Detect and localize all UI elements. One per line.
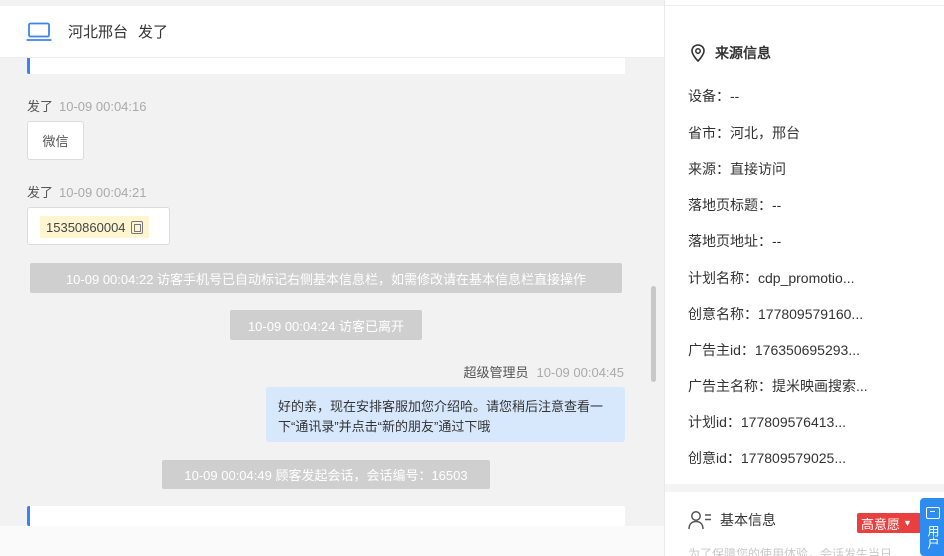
- info-field-landing-title: 落地页标题：--: [688, 197, 782, 213]
- visitor-info-panel: 来源信息 设备：-- 省市：河北，邢台 来源：直接访问 落地页标题：-- 落地页…: [664, 0, 944, 556]
- section-title: 基本信息: [720, 512, 776, 528]
- sender-name: 发了: [27, 99, 54, 114]
- basic-info-header: 基本信息: [688, 510, 776, 530]
- agent-message-bubble: 好的亲，现在安排客服加您介绍哈。请您稍后注意查看一下“通讯录”并点击“新的朋友”…: [266, 387, 625, 442]
- chat-input-area[interactable]: [0, 526, 664, 556]
- phone-number: 15350860004: [46, 219, 126, 235]
- next-message-card: [27, 506, 625, 526]
- laptop-icon: [26, 22, 52, 41]
- intent-level-dropdown[interactable]: 高意愿 ▼: [857, 513, 923, 533]
- section-title: 来源信息: [715, 45, 771, 61]
- message-meta: 超级管理员 10-09 00:04:45: [464, 362, 624, 381]
- message-text: 好的亲，现在安排客服加您介绍哈。请您稍后注意查看一下“通讯录”并点击“新的朋友”…: [278, 399, 604, 434]
- message-icon: [925, 507, 940, 519]
- info-field-device: 设备：--: [688, 88, 740, 104]
- message-text: 微信: [42, 134, 69, 149]
- info-field-source: 来源：直接访问: [688, 161, 786, 177]
- source-info-header: 来源信息: [691, 43, 771, 63]
- info-field-advertiser-id: 广告主id：176350695293...: [688, 342, 860, 358]
- info-field-plan-id: 计划id：177809576413...: [688, 414, 846, 430]
- system-notice: 10-09 00:04:49 顾客发起会话，会话编号：16503: [162, 460, 490, 489]
- location-pin-icon: [691, 44, 705, 62]
- message-time: 10-09 00:04:21: [59, 185, 147, 200]
- intent-level-label: 高意愿: [861, 516, 901, 532]
- info-field-plan-name: 计划名称：cdp_promotio...: [688, 270, 855, 286]
- info-field-landing-url: 落地页地址：--: [688, 233, 782, 249]
- float-button-label: 用户: [926, 525, 940, 549]
- info-field-region: 省市：河北，邢台: [688, 125, 800, 141]
- agent-name: 超级管理员: [463, 365, 529, 380]
- visitor-location: 河北邢台: [68, 24, 129, 41]
- system-notice: 10-09 00:04:24 访客已离开: [230, 310, 422, 340]
- user-list-icon: [688, 511, 711, 530]
- message-meta: 发了 10-09 00:04:16: [27, 96, 146, 115]
- visitor-name: 发了: [138, 24, 169, 41]
- info-field-advertiser-name: 广告主名称：提米映画搜索...: [688, 378, 868, 394]
- message-time: 10-09 00:04:16: [59, 99, 147, 114]
- system-notice: 10-09 00:04:22 访客手机号已自动标记右侧基本信息栏，如需修改请在基…: [30, 263, 622, 293]
- message-time: 10-09 00:04:45: [536, 365, 624, 380]
- usage-hint: 为了保障您的使用体验，会话发生当日: [688, 547, 893, 556]
- chat-panel: 河北邢台 发了 发了 10-09 00:04:16 微信 发了 10-09 00:0…: [0, 0, 664, 556]
- sender-name: 发了: [27, 185, 54, 200]
- phone-number-chip[interactable]: 15350860004: [40, 216, 149, 238]
- chat-workspace: 河北邢台 发了 发了 10-09 00:04:16 微信 发了 10-09 00:0…: [0, 0, 944, 556]
- chat-scrollbar[interactable]: [651, 286, 656, 382]
- user-float-button[interactable]: 用户: [920, 498, 944, 556]
- visitor-message-bubble: 微信: [27, 121, 84, 160]
- copy-icon[interactable]: [130, 220, 143, 234]
- caret-down-icon: ▼: [903, 518, 912, 528]
- message-meta: 发了 10-09 00:04:21: [27, 182, 146, 201]
- section-divider: [665, 484, 944, 492]
- visitor-message-bubble: 15350860004: [27, 207, 170, 245]
- info-field-creative-id: 创意id：177809579025...: [688, 450, 846, 466]
- info-field-creative-name: 创意名称：177809579160...: [688, 306, 864, 322]
- chat-header: 河北邢台 发了: [0, 6, 664, 58]
